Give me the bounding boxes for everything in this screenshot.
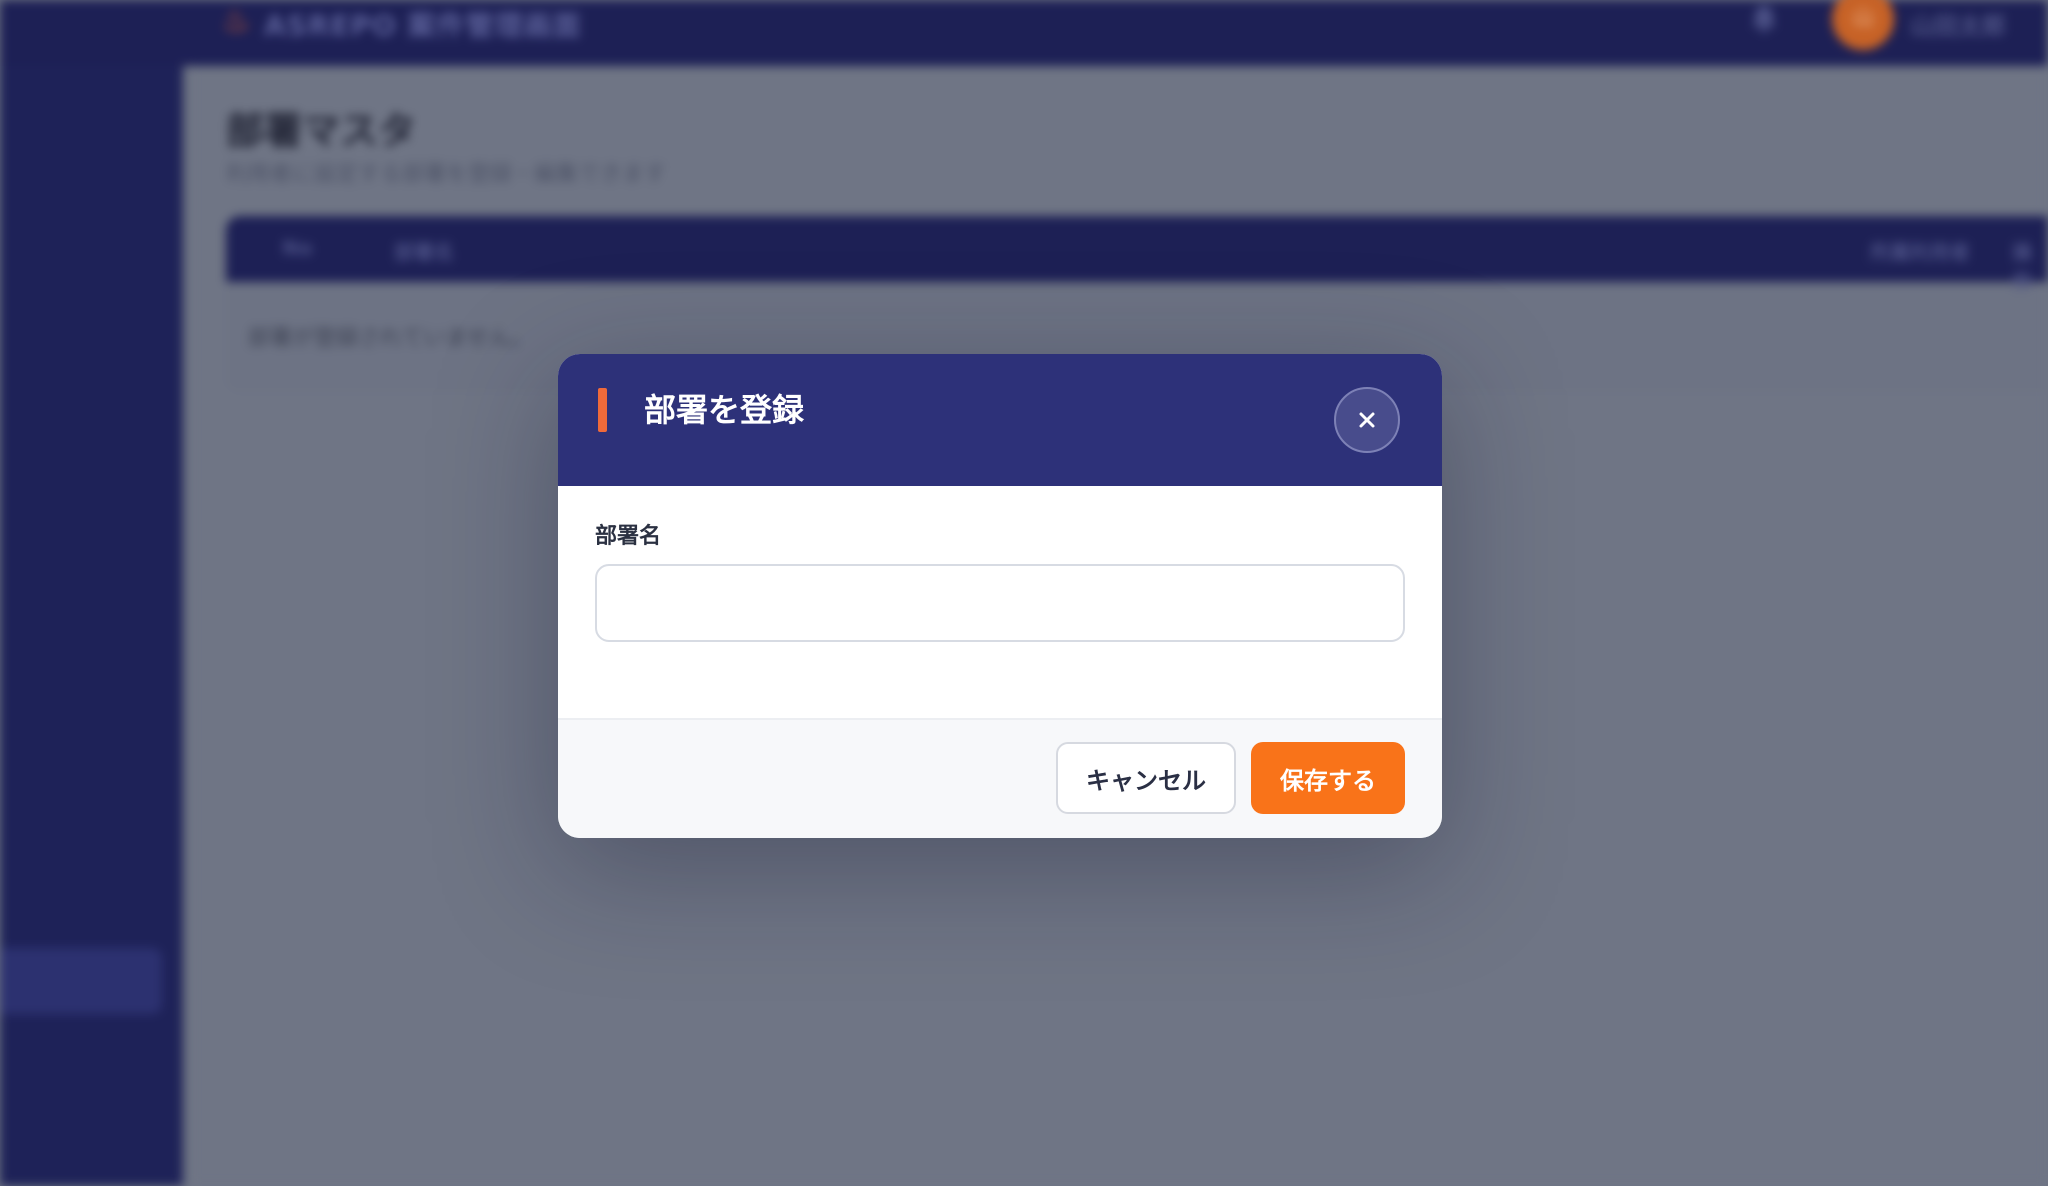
column-header-no: No [282,236,313,260]
app-logo-text: ASREPO 案件管理画面 [264,9,582,42]
bell-icon[interactable] [1750,4,1778,34]
avatar[interactable]: 山 [1832,0,1894,50]
column-header-actions: 操作 [2012,240,2032,293]
table-empty-message: 部署が登録されていません。 [248,326,533,351]
modal-footer: キャンセル 保存する [558,718,1442,838]
department-name-input[interactable] [595,564,1405,642]
department-name-label: 部署名 [595,524,662,549]
cancel-button[interactable]: キャンセル [1056,742,1236,814]
logo-icon: ♨ [222,1,251,39]
top-bar: ♨ ASREPO 案件管理画面 山 山田太郎 [0,0,2048,66]
close-button[interactable] [1334,387,1400,453]
register-department-modal: 部署を登録 部署名 キャンセル 保存する [558,354,1442,838]
column-header-users: 所属利用者 [1870,240,1970,264]
user-name[interactable]: 山田太郎 [1910,6,2006,41]
sidebar [0,0,183,1186]
header-accent-bar [598,388,607,432]
save-button[interactable]: 保存する [1251,742,1405,814]
sidebar-item-active[interactable] [0,948,162,1014]
column-header-department-name: 部署名 [394,240,454,264]
modal-header: 部署を登録 [558,354,1442,486]
modal-title: 部署を登録 [644,391,805,429]
page-title: 部署マスタ [226,109,417,153]
page-subtitle: 利用者に設定する部署を登録・編集できます [226,162,667,187]
table-header: No 部署名 所属利用者 操作 [226,216,2048,293]
close-icon [1359,412,1375,428]
